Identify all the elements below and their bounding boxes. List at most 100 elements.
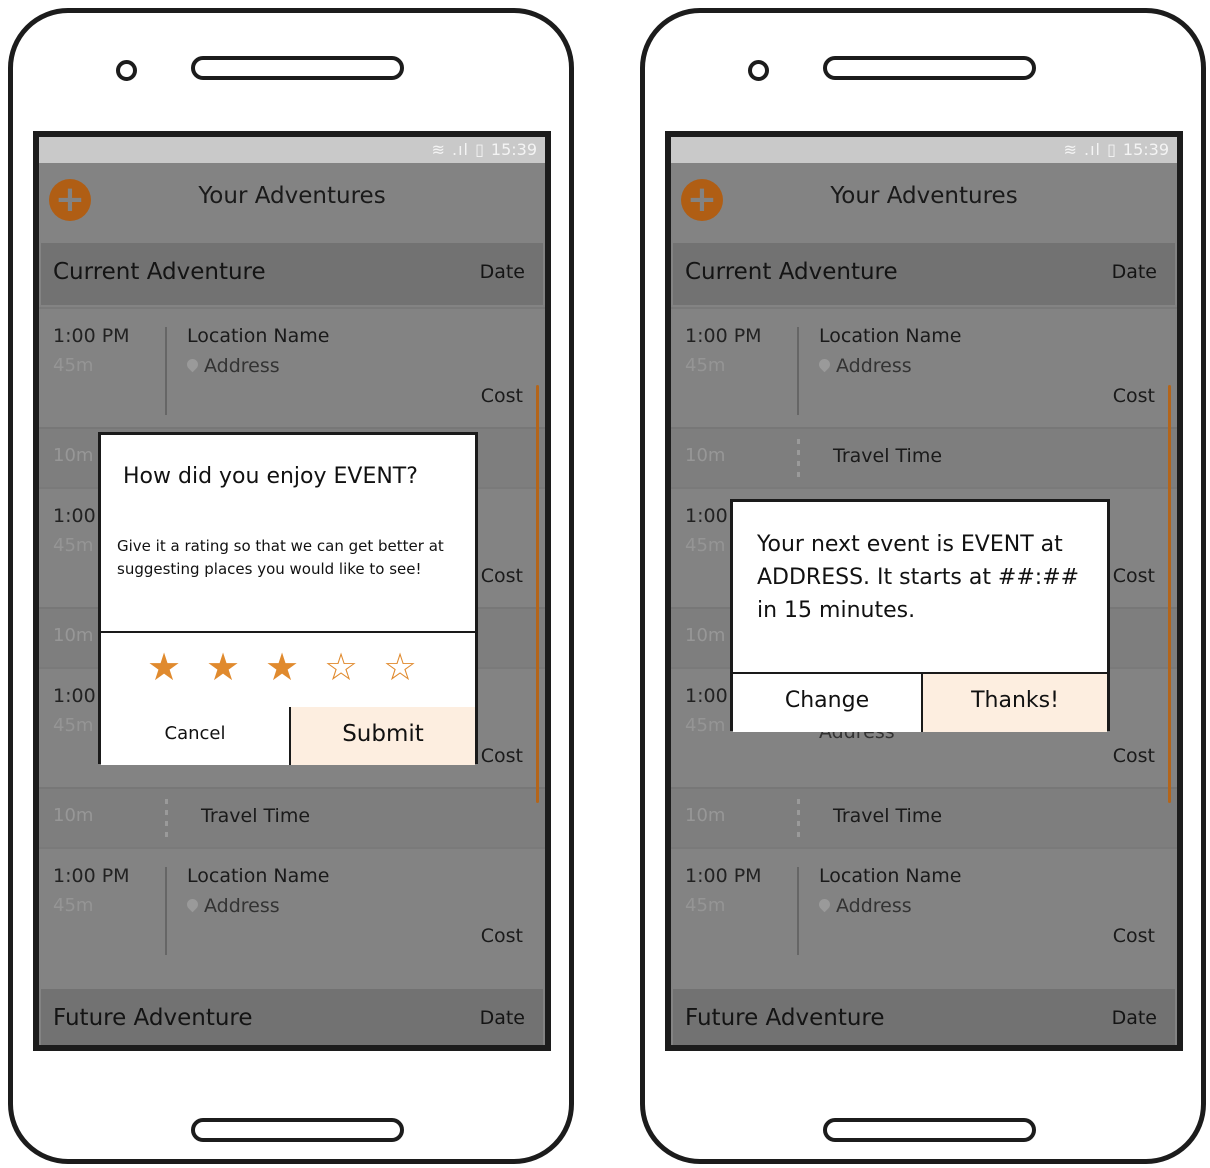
event-cost: Cost [480, 565, 523, 587]
section-title: Future Adventure [685, 1005, 885, 1031]
section-date: Date [1111, 1007, 1157, 1029]
travel-duration: 10m [53, 445, 94, 466]
location-pin-icon [184, 896, 201, 913]
status-time: 15:39 [490, 140, 537, 159]
app-bar: + Your Adventures [39, 163, 545, 237]
current-adventure-header[interactable]: Current Adventure Date [673, 243, 1175, 305]
travel-item: 10m Travel Time [671, 787, 1177, 849]
section-date: Date [479, 261, 525, 283]
location-pin-icon [816, 356, 833, 373]
event-time: 1:00 PM [53, 325, 130, 347]
travel-item: 10m Travel Time [39, 787, 545, 849]
travel-duration: 10m [685, 805, 726, 826]
star-filled-icon[interactable]: ★ [265, 647, 299, 687]
dialog-message: Your next event is EVENT at ADDRESS. It … [757, 532, 1080, 623]
event-item[interactable]: 1:00 PM 45m Location Name Address Cost [671, 307, 1177, 429]
timeline-line [797, 327, 799, 415]
app-bar: + Your Adventures [671, 163, 1177, 237]
home-button[interactable] [191, 1118, 404, 1142]
status-bar: ≋ .ıl ▯ 15:39 [671, 137, 1177, 163]
signal-icons: ≋ .ıl ▯ [1063, 140, 1117, 159]
event-time: 1:00 PM [53, 865, 130, 887]
address-text: Address [836, 895, 912, 917]
star-rating[interactable]: ★ ★ ★ ☆ ☆ [101, 631, 475, 709]
star-filled-icon[interactable]: ★ [206, 647, 240, 687]
travel-duration: 10m [53, 625, 94, 646]
event-cost: Cost [1112, 565, 1155, 587]
section-title: Future Adventure [53, 1005, 253, 1031]
event-duration: 45m [53, 355, 94, 376]
status-time: 15:39 [1122, 140, 1169, 159]
dialog-message: Give it a rating so that we can get bett… [117, 537, 444, 578]
cancel-button[interactable]: Cancel [101, 707, 289, 765]
travel-label: Travel Time [833, 445, 943, 467]
speaker-grille [823, 56, 1036, 80]
travel-duration: 10m [53, 805, 94, 826]
status-bar: ≋ .ıl ▯ 15:39 [39, 137, 545, 163]
scrollbar[interactable] [536, 385, 539, 803]
event-address: Address [816, 895, 912, 917]
current-adventure-header[interactable]: Current Adventure Date [41, 243, 543, 305]
event-address: Address [184, 355, 280, 377]
event-location: Location Name [187, 325, 330, 347]
camera-icon [116, 60, 137, 81]
location-pin-icon [816, 896, 833, 913]
screen: ≋ .ıl ▯ 15:39 + Your Adventures Current A… [33, 131, 551, 1051]
signal-icons: ≋ .ıl ▯ [431, 140, 485, 159]
section-title: Current Adventure [53, 259, 266, 285]
submit-button[interactable]: Submit [289, 707, 475, 765]
event-item[interactable]: 1:00 PM 45m Location Name Address Cost [671, 847, 1177, 969]
timeline-line [165, 327, 167, 415]
event-duration: 45m [685, 355, 726, 376]
page-title: Your Adventures [198, 183, 386, 209]
event-item[interactable]: 1:00 PM 45m Location Name Address Cost [39, 307, 545, 429]
event-duration: 45m [685, 715, 726, 736]
event-time: 1:00 [685, 685, 728, 707]
star-filled-icon[interactable]: ★ [147, 647, 181, 687]
event-cost: Cost [480, 745, 523, 767]
address-text: Address [204, 895, 280, 917]
phone-right: ≋ .ıl ▯ 15:39 + Your Adventures Current A… [640, 8, 1206, 1164]
travel-label: Travel Time [201, 805, 311, 827]
event-cost: Cost [480, 925, 523, 947]
timeline-dots [165, 799, 168, 839]
event-duration: 45m [685, 895, 726, 916]
timeline-dots [797, 799, 800, 839]
next-event-dialog: Your next event is EVENT at ADDRESS. It … [730, 499, 1110, 732]
rating-dialog: How did you enjoy EVENT? Give it a ratin… [98, 432, 478, 765]
timeline-line [797, 867, 799, 955]
event-time: 1:00 PM [685, 865, 762, 887]
timeline-dots [797, 439, 800, 479]
future-adventure-header[interactable]: Future Adventure Date [673, 989, 1175, 1045]
page-title: Your Adventures [830, 183, 1018, 209]
event-time: 1:00 [685, 505, 728, 527]
star-empty-icon[interactable]: ☆ [324, 647, 358, 687]
travel-item: 10m Travel Time [671, 427, 1177, 489]
event-duration: 45m [53, 895, 94, 916]
travel-duration: 10m [685, 625, 726, 646]
event-location: Location Name [819, 325, 962, 347]
event-time: 1:00 [53, 685, 96, 707]
event-time: 1:00 PM [685, 325, 762, 347]
star-empty-icon[interactable]: ☆ [383, 647, 417, 687]
event-address: Address [184, 895, 280, 917]
future-adventure-header[interactable]: Future Adventure Date [41, 989, 543, 1045]
scrollbar[interactable] [1168, 385, 1171, 803]
event-time: 1:00 [53, 505, 96, 527]
address-text: Address [204, 355, 280, 377]
travel-duration: 10m [685, 445, 726, 466]
speaker-grille [191, 56, 404, 80]
camera-icon [748, 60, 769, 81]
phone-left: ≋ .ıl ▯ 15:39 + Your Adventures Current A… [8, 8, 574, 1164]
event-cost: Cost [1112, 745, 1155, 767]
event-address: Address [816, 355, 912, 377]
event-cost: Cost [1112, 385, 1155, 407]
change-button[interactable]: Change [733, 674, 921, 732]
event-item[interactable]: 1:00 PM 45m Location Name Address Cost [39, 847, 545, 969]
thanks-button[interactable]: Thanks! [921, 674, 1107, 732]
event-cost: Cost [1112, 925, 1155, 947]
event-cost: Cost [480, 385, 523, 407]
event-location: Location Name [819, 865, 962, 887]
address-text: Address [836, 355, 912, 377]
home-button[interactable] [823, 1118, 1036, 1142]
